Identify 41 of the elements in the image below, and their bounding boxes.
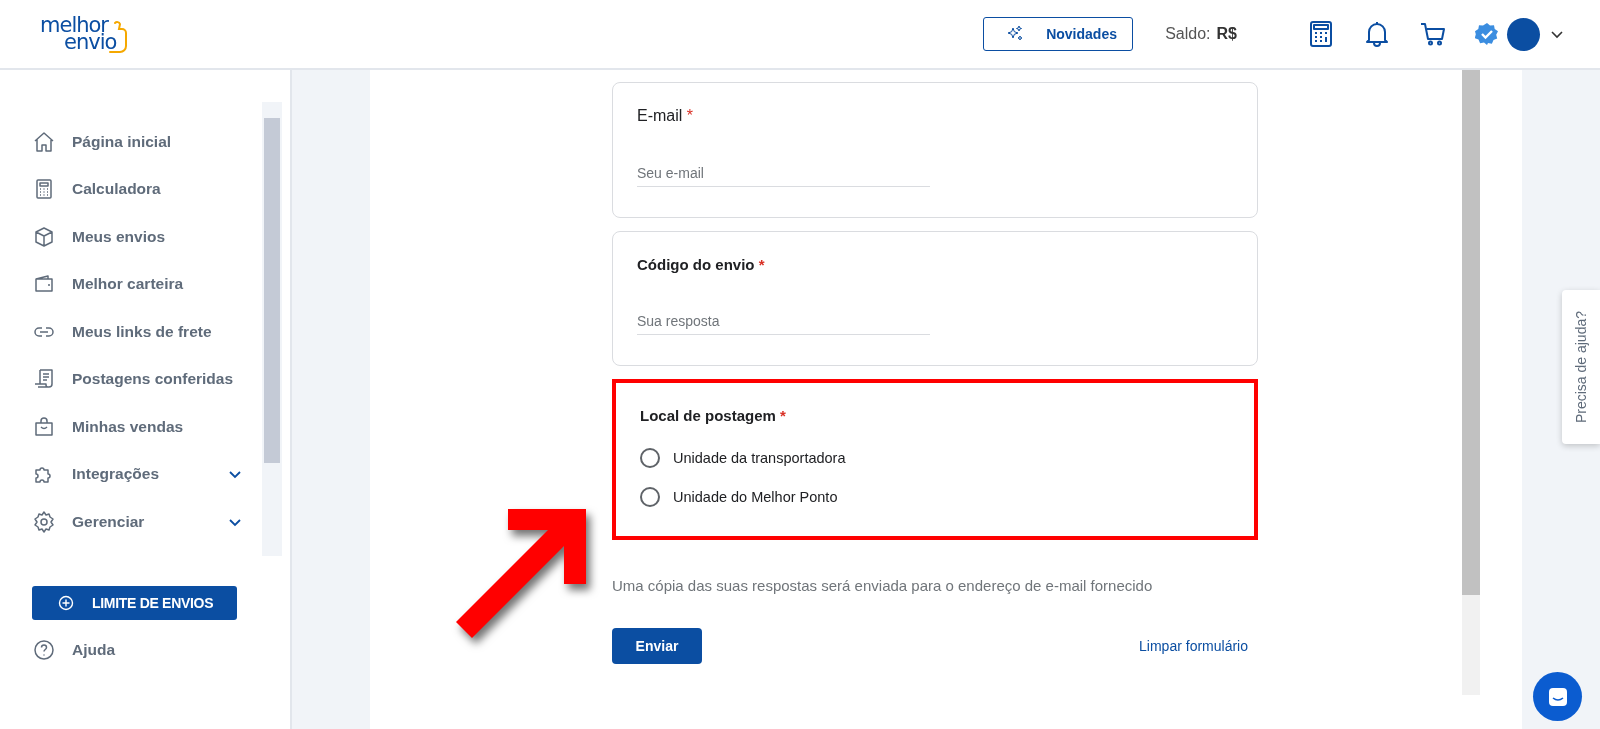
form-note: Uma cópia das suas respostas será enviada para o endereço de e-mail fornecido [612, 577, 1153, 594]
sidebar-item[interactable]: Integrações [32, 450, 262, 498]
radio-button[interactable] [640, 486, 660, 507]
radio-button[interactable] [640, 447, 660, 468]
question-title: E-mail * [637, 107, 695, 125]
home-icon [32, 129, 56, 154]
question-title: Local de postagem * [640, 407, 787, 424]
bag-icon [32, 414, 56, 439]
chat-button[interactable] [1533, 672, 1582, 721]
sidebar-item[interactable]: Gerenciar [32, 498, 262, 546]
gear-icon [32, 509, 56, 534]
sidebar-item[interactable]: Página inicial [32, 118, 262, 166]
sidebar-item[interactable]: Meus links de frete [32, 308, 262, 356]
calculator-icon[interactable] [1307, 20, 1335, 48]
news-button[interactable]: Novidades [983, 17, 1134, 51]
limit-button[interactable]: LIMITE DE ENVIOS [32, 586, 237, 620]
box-icon [32, 224, 56, 249]
bell-icon[interactable] [1363, 20, 1391, 48]
sidebar-item[interactable]: Postagens conferidas [32, 355, 262, 403]
help-icon [32, 637, 56, 662]
plus-circle-icon [58, 595, 74, 611]
clear-form-link[interactable]: Limpar formulário [1139, 638, 1248, 654]
sidebar-item[interactable]: Melhor carteira [32, 260, 262, 308]
question-title: Código do envio * [637, 256, 766, 273]
balance-value: R$ [1216, 25, 1237, 43]
help-tab[interactable]: Precisa de ajuda? [1562, 290, 1600, 444]
scrollbar[interactable] [262, 102, 282, 556]
sparkle-icon [1006, 25, 1025, 43]
avatar[interactable] [1507, 17, 1540, 51]
option-label[interactable]: Unidade do Melhor Ponto [673, 488, 838, 505]
scrollbar[interactable] [1462, 70, 1480, 695]
cart-icon[interactable] [1419, 20, 1447, 48]
chat-icon [1546, 685, 1569, 708]
option-label[interactable]: Unidade da transportadora [673, 449, 846, 466]
submit-button[interactable]: Enviar [612, 628, 702, 664]
sidebar-item[interactable]: Minhas vendas [32, 403, 262, 451]
balance-label: Saldo: [1165, 25, 1211, 43]
help-link[interactable]: Ajuda [32, 626, 282, 674]
logo[interactable]: melhor envio [40, 17, 130, 51]
sidebar-item[interactable]: Calculadora [32, 165, 262, 213]
sidebar-item[interactable]: Meus envios [32, 213, 262, 261]
